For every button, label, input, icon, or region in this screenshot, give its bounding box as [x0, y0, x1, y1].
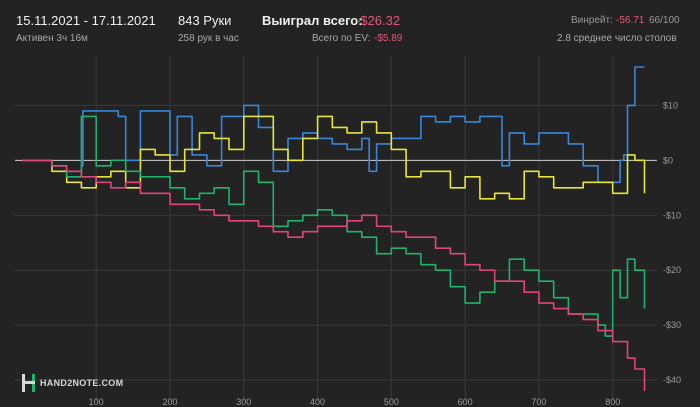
- winrate-hands: 66/100: [649, 15, 680, 26]
- ev-total-label: Всего по EV:: [312, 33, 371, 44]
- chart-grid: [15, 56, 657, 402]
- date-range: 15.11.2021 - 17.11.2021: [16, 13, 156, 28]
- series-line: [22, 66, 645, 184]
- y-tick-label: $0: [663, 155, 673, 165]
- x-tick-label: 700: [531, 397, 546, 407]
- x-tick-label: 500: [384, 397, 399, 407]
- hand2note-logo: HAND2NOTE.COM: [22, 374, 123, 392]
- y-axis-ticks: $10 $0 -$10 -$20 -$30 -$40: [663, 100, 681, 385]
- x-tick-label: 300: [236, 397, 251, 407]
- winrate-value: -56.71: [616, 15, 645, 26]
- x-tick-label: 800: [605, 397, 620, 407]
- x-tick-label: 400: [310, 397, 325, 407]
- y-tick-label: -$30: [663, 320, 681, 330]
- y-tick-label: -$20: [663, 265, 681, 275]
- stats-header: 15.11.2021 - 17.11.2021 Активен 3ч 16м 8…: [0, 0, 700, 50]
- y-tick-label: -$10: [663, 210, 681, 220]
- won-total-label: Выиграл всего:: [262, 13, 363, 28]
- logo-icon: [22, 374, 35, 392]
- chart-series: [22, 66, 646, 391]
- ev-total-value: -$5.89: [374, 33, 403, 44]
- x-tick-label: 200: [162, 397, 177, 407]
- avg-tables: 2.8 среднее число столов: [557, 33, 677, 44]
- x-axis-ticks: 100 200 300 400 500 600 700 800: [89, 397, 621, 407]
- winnings-chart: $10 $0 -$10 -$20 -$30 -$40 100 200 300 400 500 600…: [15, 56, 681, 407]
- x-tick-label: 100: [89, 397, 104, 407]
- x-tick-label: 600: [458, 397, 473, 407]
- won-total-value: -$26.32: [356, 13, 401, 28]
- winrate-label: Винрейт:: [571, 15, 613, 26]
- series-line: [22, 159, 646, 391]
- y-tick-label: $10: [663, 100, 678, 110]
- active-time: Активен 3ч 16м: [16, 33, 88, 44]
- series-line: [22, 115, 646, 200]
- hands-count: 843 Руки: [178, 13, 232, 28]
- logo-text: HAND2NOTE.COM: [40, 378, 123, 388]
- hands-per-hour: 258 рук в час: [178, 33, 239, 44]
- y-tick-label: -$40: [663, 375, 681, 385]
